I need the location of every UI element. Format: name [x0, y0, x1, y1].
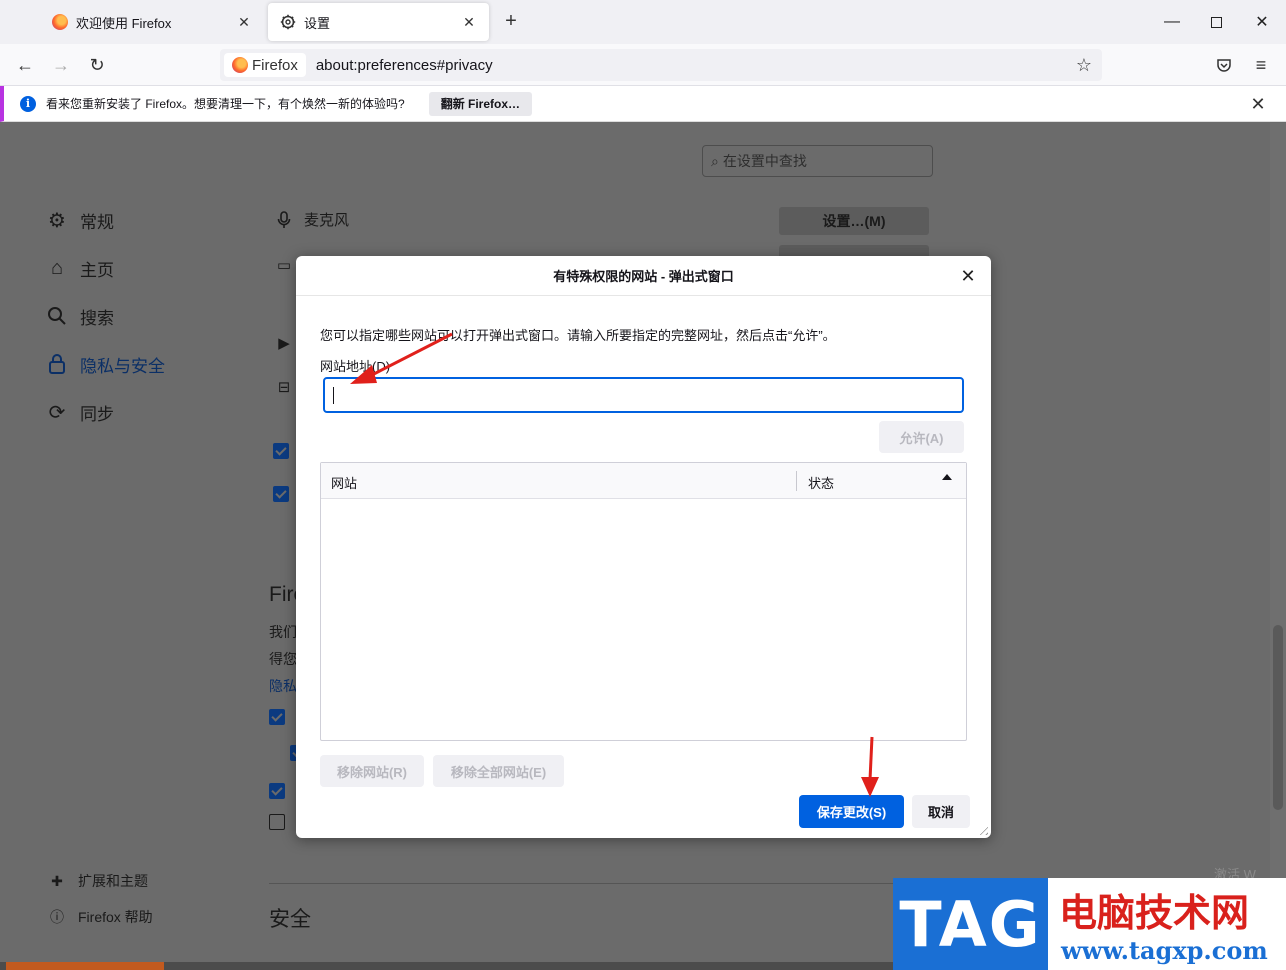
refresh-firefox-button[interactable]: 翻新 Firefox…	[428, 91, 533, 116]
permission-microphone: 麦克风	[274, 209, 349, 230]
sync-icon: ⟳	[48, 401, 66, 424]
footer-link-label: 扩展和主题	[78, 873, 148, 889]
home-icon: ⌂	[50, 256, 64, 279]
watermark-url: www.tagxp.com	[1061, 936, 1268, 965]
column-header-status[interactable]: 状态	[808, 473, 834, 492]
dialog-title: 有特殊权限的网站 - 弹出式窗口	[296, 256, 991, 296]
category-general[interactable]: ⚙ 常规	[44, 207, 114, 233]
security-heading: 安全	[269, 908, 311, 931]
help-icon: ⓘ	[50, 909, 64, 925]
watermark-tag: TAG	[893, 878, 1048, 970]
back-icon[interactable]: ←	[12, 52, 38, 78]
text-caret	[333, 387, 334, 404]
category-label: 同步	[80, 404, 114, 424]
gear-icon	[280, 14, 296, 30]
privacy-link[interactable]: 隐私	[269, 676, 297, 696]
search-icon: ⌕	[711, 152, 719, 169]
reload-icon[interactable]: ↻	[84, 52, 110, 78]
permission-label: 麦克风	[304, 212, 350, 229]
close-tab-icon[interactable]: ✕	[236, 14, 252, 30]
address-label: 网站地址(D)	[320, 359, 391, 374]
category-privacy[interactable]: 隐私与安全	[44, 351, 165, 377]
watermark-logo: TAG 电脑技术网 www.tagxp.com	[893, 878, 1286, 970]
checkbox[interactable]	[273, 443, 289, 459]
gear-icon: ⚙	[48, 209, 66, 232]
category-label: 主页	[80, 260, 114, 280]
resize-grip-icon[interactable]	[976, 823, 988, 835]
close-icon[interactable]: ✕	[1248, 94, 1268, 114]
section-text: 得您	[269, 651, 297, 667]
maximize-icon[interactable]	[1204, 10, 1228, 34]
sites-list[interactable]: 网站 状态	[320, 462, 967, 741]
bookmark-star-icon[interactable]: ☆	[1074, 55, 1094, 75]
tab-settings[interactable]: 设置 ✕	[268, 3, 489, 41]
puzzle-icon: ✚	[51, 872, 63, 889]
remove-site-button[interactable]: 移除网站(R)	[320, 755, 424, 787]
scrollbar-thumb[interactable]	[1273, 625, 1283, 810]
save-changes-button[interactable]: 保存更改(S)	[799, 795, 904, 828]
close-icon[interactable]: ✕	[957, 265, 979, 287]
vr-headset-icon: ⊟	[277, 379, 291, 396]
category-label: 隐私与安全	[80, 356, 165, 376]
info-icon: i	[20, 95, 36, 112]
checkbox[interactable]	[269, 814, 285, 830]
column-separator	[796, 471, 797, 491]
category-search[interactable]: 搜索	[44, 303, 114, 329]
microphone-icon	[274, 210, 294, 230]
window-close-icon[interactable]: ✕	[1250, 10, 1274, 34]
search-icon	[44, 303, 70, 329]
url-bar[interactable]: Firefox about:preferences#privacy ☆	[220, 49, 1102, 81]
footer-link-label: Firefox 帮助	[78, 909, 153, 925]
cancel-button[interactable]: 取消	[912, 795, 970, 828]
identity-box[interactable]: Firefox	[224, 53, 306, 77]
tab-title: 设置	[304, 15, 331, 31]
sort-ascending-icon	[942, 474, 952, 480]
autoplay-icon: ▶	[278, 335, 290, 352]
menu-icon[interactable]: ≡	[1248, 52, 1274, 78]
identity-label: Firefox	[252, 56, 298, 74]
dialog-description: 您可以指定哪些网站可以打开弹出式窗口。请输入所要指定的完整网址，然后点击“允许”…	[320, 328, 836, 343]
scrollbar[interactable]	[1270, 123, 1286, 970]
firefox-help-link[interactable]: ⓘ Firefox 帮助	[48, 907, 153, 927]
pocket-icon[interactable]	[1211, 52, 1237, 78]
close-tab-icon[interactable]: ✕	[461, 14, 477, 30]
minimize-icon[interactable]: —	[1160, 10, 1184, 34]
microphone-settings-button[interactable]: 设置…(M)	[779, 207, 929, 235]
forward-icon[interactable]: →	[48, 52, 74, 78]
allow-button[interactable]: 允许(A)	[879, 421, 964, 453]
tab-strip: 欢迎使用 Firefox ✕ 设置 ✕ + — ✕	[0, 0, 1286, 44]
firefox-logo-icon	[52, 14, 68, 30]
notification-text: 看来您重新安装了 Firefox。想要清理一下，有个焕然一新的体验吗?	[46, 97, 405, 111]
search-placeholder: 在设置中查找	[722, 153, 807, 169]
extensions-themes-link[interactable]: ✚ 扩展和主题	[48, 871, 148, 891]
tab-welcome[interactable]: 欢迎使用 Firefox ✕	[40, 3, 264, 41]
remove-all-sites-button[interactable]: 移除全部网站(E)	[433, 755, 564, 787]
lock-icon	[44, 351, 70, 377]
message-icon: ▭	[276, 257, 292, 274]
navigation-toolbar: ← → ↻ Firefox about:preferences#privacy …	[0, 44, 1286, 86]
preferences-search-input[interactable]: ⌕ 在设置中查找	[702, 145, 933, 177]
watermark-name: 电脑技术网	[1059, 891, 1250, 935]
checkbox[interactable]	[273, 486, 289, 502]
checkbox[interactable]	[269, 709, 285, 725]
category-label: 搜索	[80, 308, 114, 328]
category-label: 常规	[80, 212, 114, 232]
new-tab-button[interactable]: +	[500, 10, 522, 32]
firefox-logo-icon	[232, 57, 248, 73]
tab-title: 欢迎使用 Firefox	[76, 15, 172, 31]
notification-bar: i 看来您重新安装了 Firefox。想要清理一下，有个焕然一新的体验吗? 翻新…	[0, 86, 1286, 122]
section-text: 我们	[269, 624, 297, 640]
website-address-input[interactable]	[323, 377, 964, 413]
column-header-site[interactable]: 网站	[331, 473, 357, 492]
list-header: 网站 状态	[321, 463, 966, 499]
category-home[interactable]: ⌂ 主页	[44, 255, 114, 281]
checkbox[interactable]	[269, 783, 285, 799]
url-text[interactable]: about:preferences#privacy	[316, 57, 493, 74]
divider	[269, 883, 999, 884]
category-sync[interactable]: ⟳ 同步	[44, 399, 114, 425]
permissions-dialog: 有特殊权限的网站 - 弹出式窗口 ✕ 您可以指定哪些网站可以打开弹出式窗口。请输…	[296, 256, 991, 838]
